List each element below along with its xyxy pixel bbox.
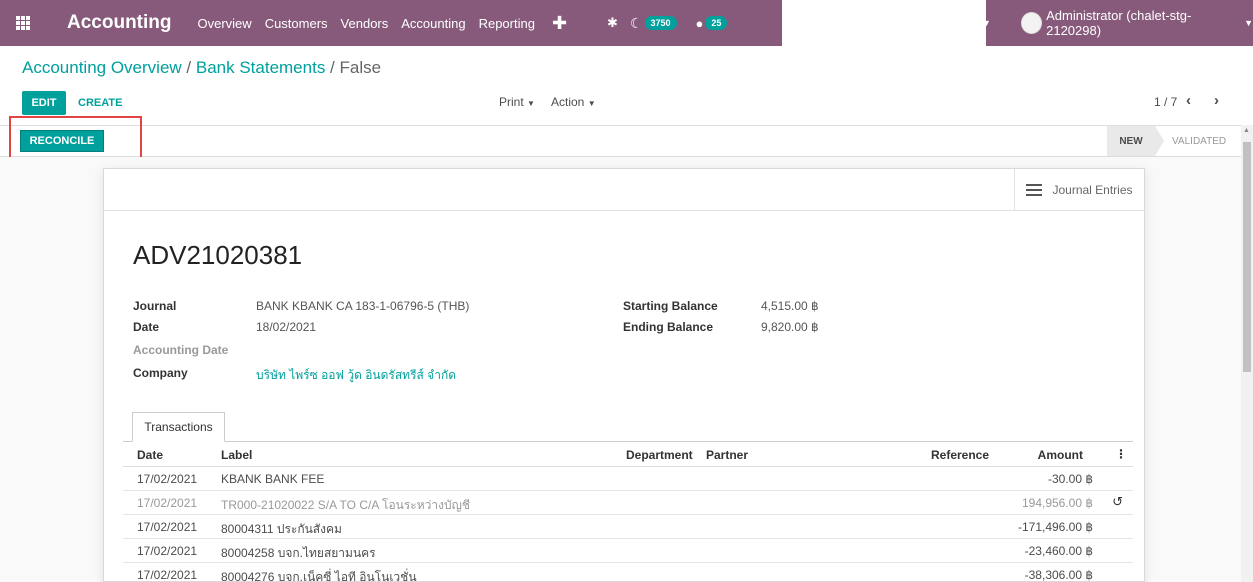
pager-next-icon[interactable]: › — [1214, 92, 1219, 109]
breadcrumb-accounting-overview[interactable]: Accounting Overview — [22, 58, 182, 77]
user-menu-bar: ▼ Administrator (chalet-stg-2120298) ▼ — [982, 0, 1253, 46]
row-date: 17/02/2021 — [137, 472, 198, 486]
action-dropdown[interactable]: Action ▼ — [551, 95, 596, 109]
row-label: 80004276 บจก.เน็คซี่ ไอที อินโนเวชั่น — [221, 570, 417, 582]
menu-reporting[interactable]: Reporting — [479, 16, 535, 31]
app-brand[interactable]: Accounting — [67, 12, 172, 34]
row-date: 17/02/2021 — [137, 568, 198, 582]
chat-icon[interactable]: ● — [696, 16, 704, 31]
journal-entries-label: Journal Entries — [1052, 182, 1133, 197]
row-date: 17/02/2021 — [137, 520, 198, 534]
pager-value[interactable]: 1 / 7 — [1154, 95, 1177, 109]
menu-overview[interactable]: Overview — [198, 16, 252, 31]
row-label: 80004311 ประกันสังคม — [221, 522, 342, 536]
menu-vendors[interactable]: Vendors — [341, 16, 389, 31]
edit-button[interactable]: EDIT — [22, 91, 66, 115]
pager-previous-icon[interactable]: ‹ — [1186, 92, 1191, 109]
stage-new: NEW — [1107, 126, 1155, 156]
row-amount: -171,496.00 ฿ — [1017, 520, 1093, 534]
table-row[interactable]: 17/02/2021 KBANK BANK FEE -30.00 ฿ — [123, 467, 1133, 491]
menu-customers[interactable]: Customers — [265, 16, 328, 31]
ending-balance-value: 9,820.00 ฿ — [761, 320, 819, 334]
activity-clock-icon[interactable]: ☾ — [630, 15, 643, 32]
column-date[interactable]: Date — [137, 448, 163, 462]
top-navbar: Accounting Overview Customers Vendors Ac… — [0, 0, 1253, 46]
table-row[interactable]: 17/02/2021 80004276 บจก.เน็คซี่ ไอที อิน… — [123, 563, 1133, 582]
tab-transactions[interactable]: Transactions — [132, 412, 225, 442]
company-label: Company — [133, 366, 188, 380]
row-date: 17/02/2021 — [137, 544, 198, 558]
activity-count-badge: 3750 — [644, 16, 677, 30]
table-row[interactable]: 17/02/2021 TR000-21020022 S/A TO C/A โอน… — [123, 491, 1133, 515]
date-value: 18/02/2021 — [256, 320, 317, 334]
print-label: Print — [499, 95, 524, 109]
column-label[interactable]: Label — [221, 448, 252, 462]
row-label: 80004258 บจก.ไทยสยามนคร — [221, 546, 376, 560]
row-amount: -30.00 ฿ — [1048, 472, 1093, 486]
company-switcher-caret-icon[interactable]: ▼ — [982, 18, 991, 28]
user-menu-caret-icon[interactable]: ▼ — [1244, 18, 1253, 28]
list-icon — [1026, 181, 1043, 199]
breadcrumb-separator: / — [181, 58, 196, 77]
column-amount[interactable]: Amount — [1038, 448, 1083, 462]
print-dropdown[interactable]: Print ▼ — [499, 95, 535, 109]
user-name[interactable]: Administrator (chalet-stg-2120298) — [1046, 8, 1238, 38]
stage-arrow — [1155, 126, 1164, 156]
apps-menu-icon[interactable] — [0, 0, 46, 46]
chevron-down-icon: ▼ — [527, 99, 535, 108]
row-amount: -23,460.00 ฿ — [1024, 544, 1093, 558]
button-box — [103, 168, 1145, 211]
breadcrumb-current: False — [339, 58, 382, 77]
journal-value: BANK KBANK CA 183-1-06796-5 (THB) — [256, 299, 470, 313]
row-amount: -38,306.00 ฿ — [1024, 568, 1093, 582]
message-count-badge: 25 — [705, 16, 728, 30]
menu-accounting[interactable]: Accounting — [401, 16, 465, 31]
accounting-date-label: Accounting Date — [133, 343, 229, 357]
scroll-up-arrow-icon[interactable]: ▲ — [1243, 127, 1250, 134]
column-reference[interactable]: Reference — [931, 448, 989, 462]
record-title: ADV21020381 — [133, 240, 303, 270]
company-value[interactable]: บริษัท ไพร์ซ ออฟ วู้ด อินดรัสทรีส์ จำกัด — [256, 366, 456, 385]
avatar[interactable] — [1020, 12, 1043, 34]
create-button[interactable]: CREATE — [78, 91, 122, 115]
row-amount: 194,956.00 ฿ — [1021, 496, 1093, 510]
action-label: Action — [551, 95, 585, 109]
starting-balance-value: 4,515.00 ฿ — [761, 299, 819, 313]
scrollbar-thumb[interactable] — [1243, 142, 1251, 372]
bug-icon[interactable]: ✱ — [607, 15, 618, 31]
journal-entries-button[interactable]: Journal Entries — [1014, 169, 1144, 210]
column-department[interactable]: Department — [626, 448, 693, 462]
statusbar — [0, 125, 1241, 157]
row-label: TR000-21020022 S/A TO C/A โอนระหว่างบัญช… — [221, 498, 470, 512]
undo-reconcile-icon[interactable]: ↺ — [1112, 494, 1123, 510]
breadcrumb: Accounting Overview / Bank Statements / … — [22, 58, 381, 78]
ending-balance-label: Ending Balance — [623, 320, 714, 334]
reconcile-button[interactable]: RECONCILE — [20, 130, 104, 152]
transactions-table: Date Label Department Partner Reference … — [123, 442, 1133, 582]
row-label: KBANK BANK FEE — [221, 472, 325, 486]
optional-columns-icon[interactable]: ⋮ — [1115, 447, 1127, 461]
date-label: Date — [133, 320, 160, 334]
table-row[interactable]: 17/02/2021 80004311 ประกันสังคม -171,496… — [123, 515, 1133, 539]
row-date: 17/02/2021 — [137, 496, 198, 510]
stage-validated[interactable]: VALIDATED — [1172, 126, 1226, 156]
starting-balance-label: Starting Balance — [623, 299, 718, 313]
column-partner[interactable]: Partner — [706, 448, 748, 462]
table-header: Date Label Department Partner Reference … — [123, 442, 1133, 467]
table-row[interactable]: 17/02/2021 80004258 บจก.ไทยสยามนคร -23,4… — [123, 539, 1133, 563]
breadcrumb-separator: / — [325, 58, 340, 77]
plus-icon[interactable]: ✚ — [552, 13, 567, 34]
breadcrumb-bank-statements[interactable]: Bank Statements — [196, 58, 325, 77]
chevron-down-icon: ▼ — [587, 99, 596, 108]
journal-label: Journal — [133, 299, 177, 313]
main-menu-bar: Accounting Overview Customers Vendors Ac… — [0, 0, 782, 46]
